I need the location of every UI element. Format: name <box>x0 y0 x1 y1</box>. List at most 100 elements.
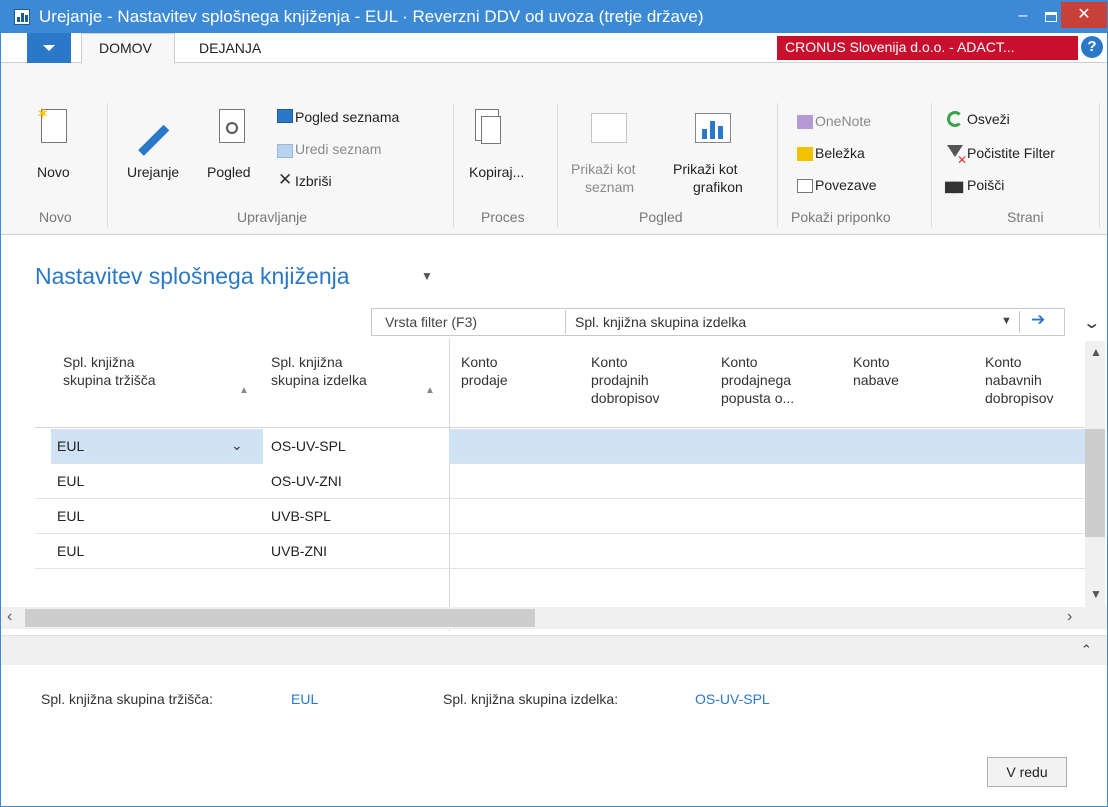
window-title: Urejanje - Nastavitev splošnega knjiženj… <box>39 7 704 26</box>
cell-product-group[interactable]: UVB-SPL <box>271 508 331 524</box>
cell-market-group[interactable]: EUL <box>57 473 84 489</box>
header-line: Spl. knjižna <box>63 354 135 370</box>
ribbon-separator <box>931 103 932 227</box>
details-collapse-bar[interactable]: ⌃ <box>1 635 1107 665</box>
column-header-sales-credit-memo[interactable]: Konto prodajnih dobropisov <box>591 353 660 407</box>
delete-button[interactable]: Izbriši <box>295 173 332 189</box>
table-row[interactable]: EUL ⌄ OS-UV-SPL <box>35 429 1085 464</box>
header-line: popusta o... <box>721 390 795 406</box>
cell-product-group[interactable]: OS-UV-ZNI <box>271 473 342 489</box>
clear-filter-icon: ✕ <box>947 145 967 167</box>
new-document-icon: ✶ <box>36 106 67 143</box>
copy-button[interactable]: Kopiraj... <box>469 164 524 180</box>
cell-product-group[interactable]: UVB-ZNI <box>271 543 327 559</box>
edit-list-icon <box>277 144 293 158</box>
header-line: Konto <box>985 354 1022 370</box>
column-header-purchase-account[interactable]: Konto nabave <box>853 353 899 389</box>
list-view-icon <box>277 109 293 123</box>
ok-button[interactable]: V redu <box>987 757 1067 787</box>
header-line: nabave <box>853 372 899 388</box>
find-button[interactable]: Poišči <box>967 177 1004 193</box>
caret-down-icon[interactable]: ▼ <box>421 269 433 283</box>
filter-field-select[interactable]: Spl. knjižna skupina izdelka <box>575 314 746 330</box>
detail-product-value[interactable]: OS-UV-SPL <box>695 691 770 707</box>
links-icon <box>797 179 813 193</box>
column-header-market-group[interactable]: Spl. knjižna skupina tržišča <box>63 353 156 389</box>
tab-home[interactable]: DOMOV <box>81 33 175 64</box>
tab-actions[interactable]: DEJANJA <box>199 40 261 56</box>
scroll-left-icon[interactable]: ‹ <box>7 608 12 626</box>
vertical-scrollbar[interactable]: ▲ ▼ <box>1085 341 1105 609</box>
ribbon-separator <box>107 103 108 227</box>
column-header-sales-discount[interactable]: Konto prodajnega popusta o... <box>721 353 794 407</box>
ribbon-separator <box>453 103 454 227</box>
scroll-thumb[interactable] <box>25 609 535 627</box>
company-badge[interactable]: CRONUS Slovenija d.o.o. - ADACT... <box>777 36 1078 60</box>
list-view-button[interactable]: Pogled seznama <box>295 109 399 125</box>
new-button[interactable]: Novo <box>37 164 70 180</box>
cell-market-group[interactable]: EUL <box>57 508 84 524</box>
ribbon-separator <box>557 103 558 227</box>
ribbon-separator <box>1099 103 1100 227</box>
chevron-down-icon[interactable]: ⌄ <box>1082 313 1101 333</box>
column-header-product-group[interactable]: Spl. knjižna skupina izdelka <box>271 353 367 389</box>
group-attachments-label: Pokaži priponko <box>791 209 891 225</box>
sort-up-icon: ▲ <box>239 385 249 396</box>
header-bottom-line <box>35 427 1087 428</box>
row-selector <box>35 429 51 464</box>
edit-button[interactable]: Urejanje <box>127 164 179 180</box>
edit-list-button[interactable]: Uredi seznam <box>295 141 381 157</box>
column-header-purchase-credit-memo[interactable]: Konto nabavnih dobropisov <box>985 353 1054 407</box>
horizontal-scrollbar[interactable]: ‹ › <box>1 607 1107 629</box>
view-document-icon <box>219 109 245 143</box>
header-line: prodaje <box>461 372 508 388</box>
refresh-button[interactable]: Osveži <box>967 111 1010 127</box>
chevron-up-icon[interactable]: ⌃ <box>1081 642 1092 658</box>
window: Urejanje - Nastavitev splošnega knjiženj… <box>0 0 1108 807</box>
view-button[interactable]: Pogled <box>207 164 251 180</box>
links-button[interactable]: Povezave <box>815 177 876 193</box>
header-line: nabavnih <box>985 372 1042 388</box>
scroll-thumb[interactable] <box>1085 429 1105 537</box>
scroll-down-icon[interactable]: ▼ <box>1090 587 1102 601</box>
sort-up-icon: ▲ <box>425 385 435 396</box>
cell-product-group[interactable]: OS-UV-SPL <box>271 438 346 454</box>
help-icon[interactable]: ? <box>1081 36 1103 58</box>
page-title[interactable]: Nastavitev splošnega knjiženja <box>35 263 350 290</box>
file-menu-button[interactable] <box>27 33 71 63</box>
header-line: Spl. knjižna <box>271 354 343 370</box>
column-header-sales-account[interactable]: Konto prodaje <box>461 353 508 389</box>
table-row[interactable]: EUL OS-UV-ZNI <box>35 464 1085 499</box>
scroll-right-icon[interactable]: › <box>1067 608 1072 626</box>
refresh-icon <box>947 111 963 127</box>
filter-input[interactable]: Vrsta filter (F3) <box>385 314 477 330</box>
app-icon <box>14 9 30 25</box>
chevron-down-icon[interactable]: ▼ <box>1001 315 1012 327</box>
maximize-button[interactable] <box>1041 7 1061 27</box>
arrow-right-icon[interactable]: ➔ <box>1031 310 1045 330</box>
header-line: dobropisov <box>591 390 660 406</box>
note-icon <box>797 147 813 161</box>
clear-filter-button[interactable]: Počistite Filter <box>967 145 1055 161</box>
chart-icon <box>695 113 731 143</box>
onenote-button[interactable]: OneNote <box>815 113 871 129</box>
show-as-chart-button-line1[interactable]: Prikaži kot <box>673 161 738 177</box>
show-as-chart-button-line2[interactable]: grafikon <box>693 179 743 195</box>
cell-market-group[interactable]: EUL <box>57 438 84 454</box>
delete-icon: ✕ <box>278 170 293 189</box>
binoculars-icon: ▆▆ <box>945 178 963 193</box>
header-line: skupina izdelka <box>271 372 367 388</box>
detail-market-value[interactable]: EUL <box>291 691 318 707</box>
show-as-list-button-line2[interactable]: seznam <box>585 179 634 195</box>
cell-market-group[interactable]: EUL <box>57 543 84 559</box>
note-button[interactable]: Beležka <box>815 145 865 161</box>
show-as-list-button-line1[interactable]: Prikaži kot <box>571 161 636 177</box>
chevron-down-icon[interactable]: ⌄ <box>231 437 243 454</box>
header-line: prodajnih <box>591 372 649 388</box>
table-row[interactable]: EUL UVB-SPL <box>35 499 1085 534</box>
table-row[interactable]: EUL UVB-ZNI <box>35 534 1085 569</box>
scroll-up-icon[interactable]: ▲ <box>1090 345 1102 359</box>
minimize-button[interactable]: – <box>1013 7 1033 27</box>
close-button[interactable]: ✕ <box>1061 2 1107 28</box>
header-line: prodajnega <box>721 372 792 388</box>
